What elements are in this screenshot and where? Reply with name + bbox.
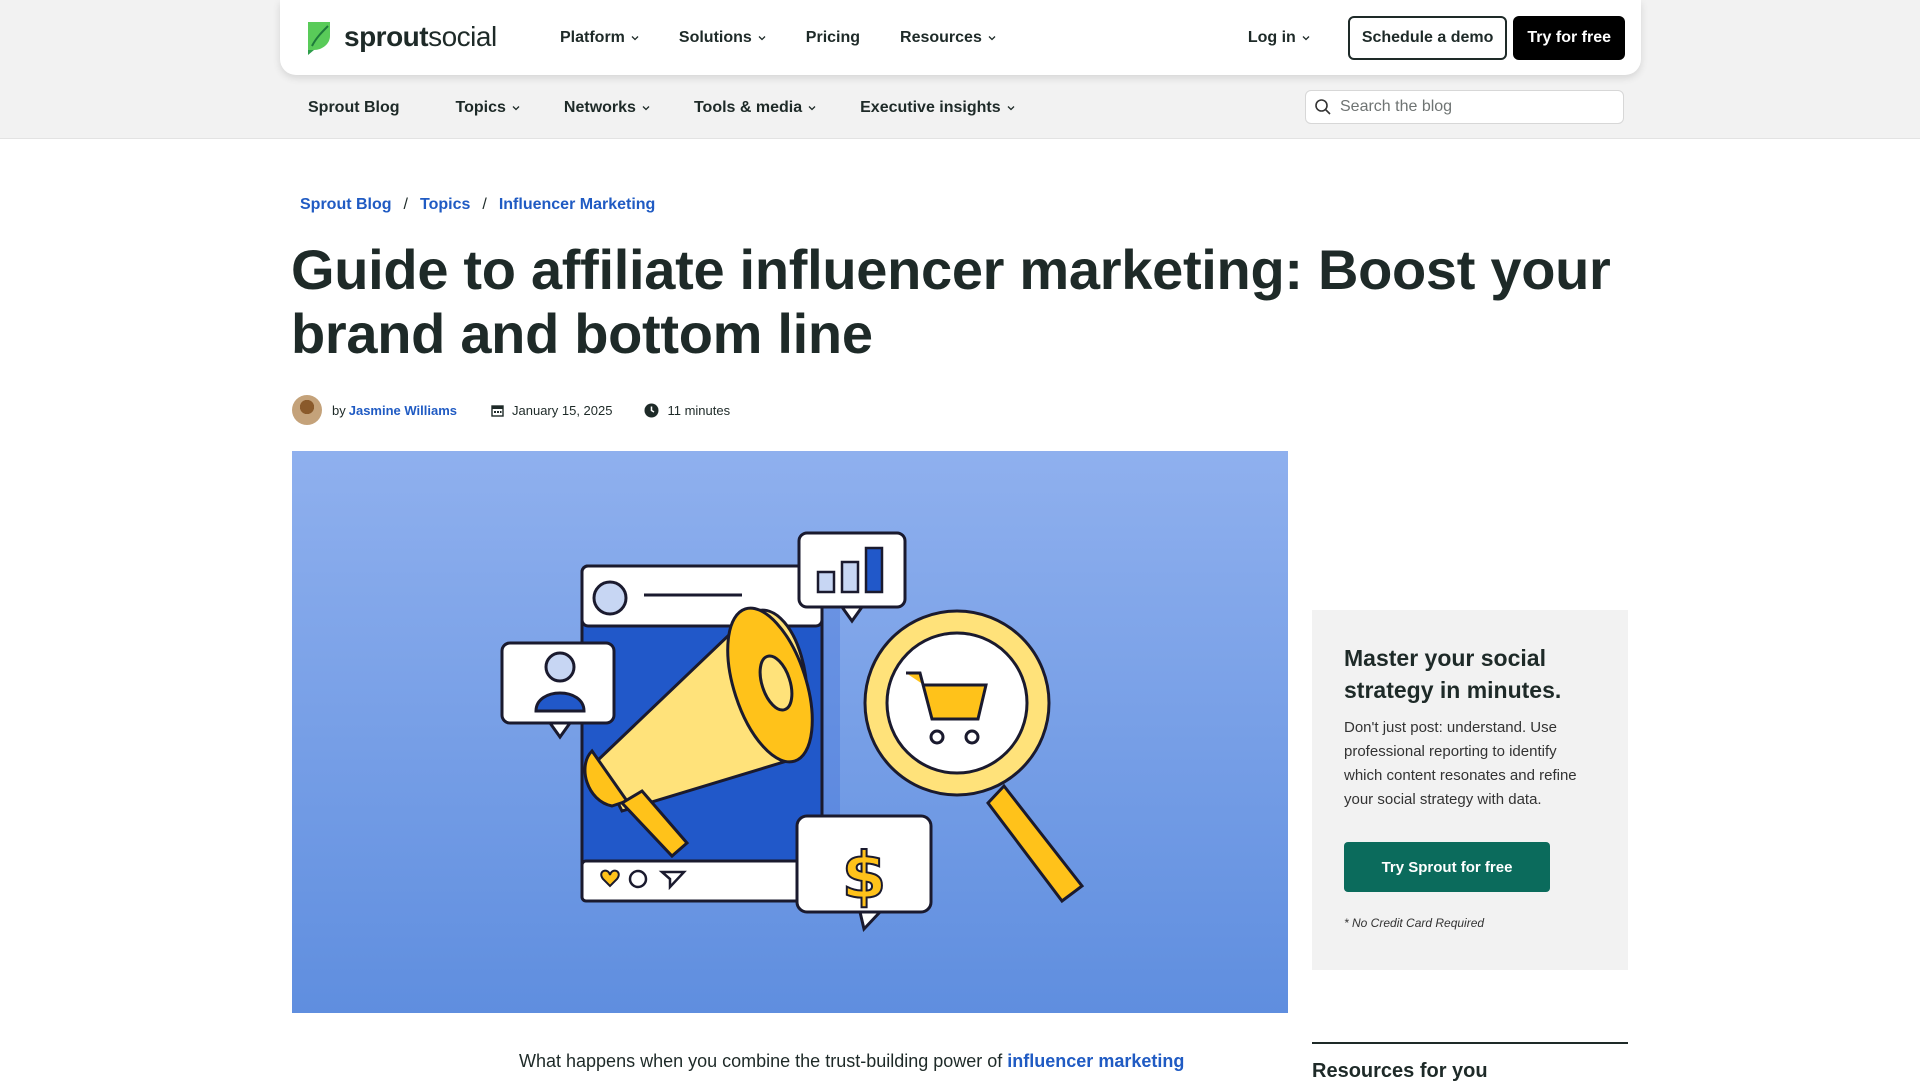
intro-text: What happens when you combine the trust-… (519, 1051, 1008, 1071)
try-for-free-button[interactable]: Try for free (1513, 16, 1625, 60)
search-icon (1315, 99, 1331, 115)
marketing-illustration: $ (500, 531, 1085, 933)
publish-date: January 15, 2025 (512, 402, 613, 418)
cta-description: Don't just post: understand. Use profess… (1344, 719, 1577, 808)
sprout-leaf-icon (308, 22, 330, 55)
sub-nav-networks[interactable]: Networks (564, 99, 650, 117)
author-link[interactable]: Jasmine Williams (349, 403, 457, 418)
sidebar-cta: Master your social strategy in minutes. … (1312, 610, 1628, 970)
nav-solutions[interactable]: Solutions (679, 29, 766, 47)
nav-platform[interactable]: Platform (560, 29, 639, 47)
cta-note: * No Credit Card Required (1344, 916, 1485, 930)
profile-bubble-illustration (500, 641, 616, 740)
chevron-down-icon (1007, 106, 1015, 111)
read-time: 11 minutes (667, 402, 731, 418)
breadcrumb: Sprout Blog / Topics / Influencer Market… (300, 196, 655, 214)
article-title: Guide to affiliate influencer marketing:… (291, 238, 1611, 365)
chevron-down-icon (988, 35, 996, 40)
chevron-down-icon (758, 35, 766, 40)
main-navigation: sproutsocial Platform Solutions Pricing … (280, 0, 1641, 75)
sub-nav-sprout-blog[interactable]: Sprout Blog (308, 99, 400, 117)
chevron-down-icon (512, 106, 520, 111)
calendar-icon (491, 404, 504, 417)
chevron-down-icon (1302, 36, 1310, 41)
blog-search[interactable] (1305, 90, 1624, 124)
sprout-social-logo[interactable]: sproutsocial (304, 18, 497, 56)
schedule-demo-button[interactable]: Schedule a demo (1347, 16, 1508, 60)
search-input[interactable] (1340, 98, 1600, 116)
influencer-marketing-link[interactable]: influencer marketing (1007, 1051, 1184, 1071)
breadcrumb-topics[interactable]: Topics (420, 196, 470, 214)
chart-bubble-illustration (797, 531, 907, 624)
sub-nav-tools-media[interactable]: Tools & media (694, 99, 816, 117)
article-intro: What happens when you combine the trust-… (519, 1046, 1219, 1076)
cta-title: Master your social strategy in minutes. (1344, 645, 1562, 703)
article-meta: by Jasmine Williams January 15, 2025 11 … (292, 395, 730, 425)
chevron-down-icon (642, 106, 650, 111)
nav-resources[interactable]: Resources (900, 29, 996, 47)
byline-prefix: by (332, 402, 346, 418)
hero-illustration: $ (292, 451, 1288, 1013)
svg-text:$: $ (842, 840, 887, 914)
try-sprout-button[interactable]: Try Sprout for free (1344, 842, 1550, 892)
breadcrumb-influencer-marketing[interactable]: Influencer Marketing (499, 196, 655, 214)
breadcrumb-separator: / (482, 196, 487, 213)
login-link[interactable]: Log in (1248, 29, 1310, 47)
nav-pricing[interactable]: Pricing (806, 29, 860, 47)
blog-sub-navigation: Sprout Blog Topics Networks Tools & medi… (308, 93, 1015, 123)
breadcrumb-separator: / (403, 196, 408, 213)
resources-divider (1312, 1042, 1628, 1044)
dollar-bubble-illustration: $ (795, 814, 933, 933)
sub-nav-topics[interactable]: Topics (456, 99, 520, 117)
clock-icon (644, 403, 659, 417)
author-avatar (292, 395, 322, 425)
sub-nav-executive-insights[interactable]: Executive insights (860, 99, 1015, 117)
chevron-down-icon (808, 106, 816, 111)
chevron-down-icon (631, 35, 639, 40)
breadcrumb-sprout-blog[interactable]: Sprout Blog (300, 196, 392, 214)
